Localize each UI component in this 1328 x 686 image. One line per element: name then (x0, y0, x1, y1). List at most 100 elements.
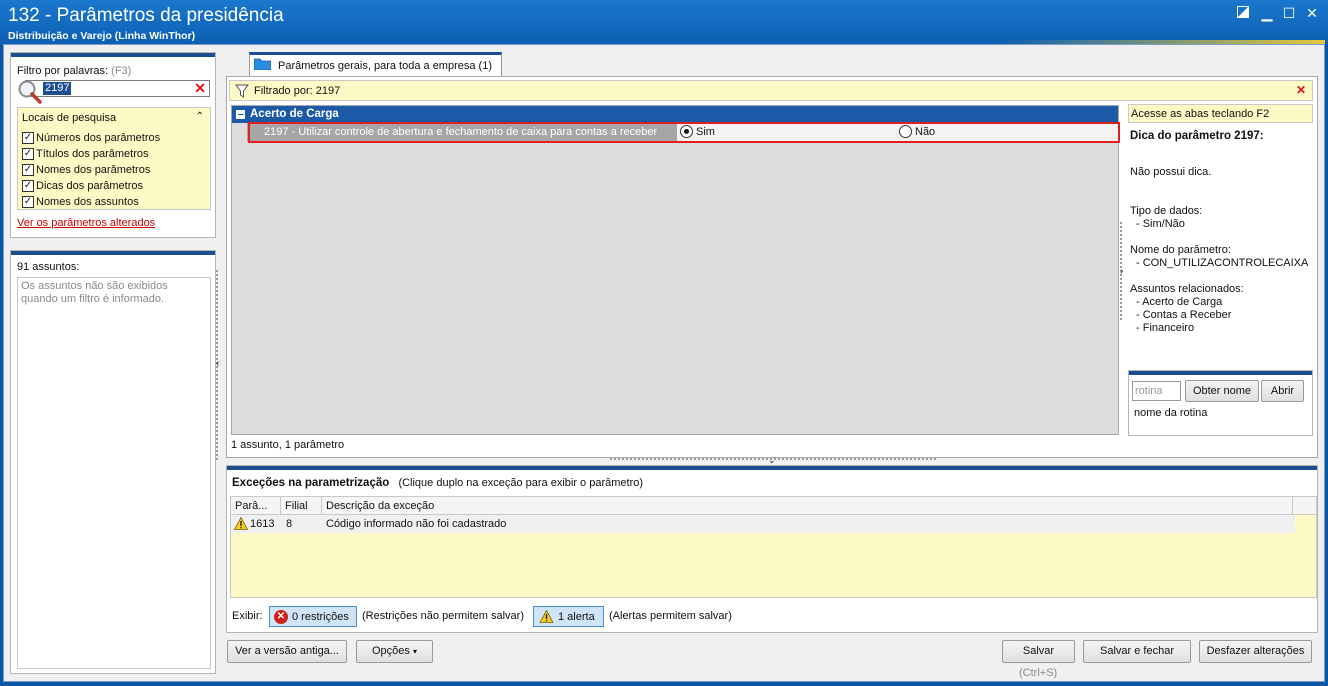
options-label: Opções (372, 645, 410, 657)
search-value: 2197 (43, 82, 72, 95)
undo-changes-button[interactable]: Desfazer alterações (1199, 640, 1312, 663)
restrictions-toggle[interactable]: ✕ 0 restrições (269, 606, 357, 627)
option-label: Números dos parâmetros (36, 132, 161, 144)
option-label: Títulos dos parâmetros (36, 148, 149, 160)
search-input[interactable]: 2197 ✕ (25, 80, 210, 97)
subjects-list: Os assuntos não são exibidos quando um f… (17, 277, 211, 669)
filter-shortcut: (F3) (111, 65, 132, 77)
minimize-icon[interactable]: ▁ (1258, 4, 1276, 22)
panel-top-bar (11, 53, 215, 57)
param-name-value: - CON_UTILIZACONTROLECAIXA (1136, 257, 1309, 269)
search-locations-box: Locais de pesquisa ⌃ ✓ Números dos parâm… (17, 107, 211, 210)
search-locations-title: Locais de pesquisa (22, 112, 117, 124)
option-titulos[interactable]: ✓ Títulos dos parâmetros (22, 146, 149, 162)
show-label: Exibir: (232, 610, 263, 622)
maximize-icon[interactable]: ☐ (1280, 4, 1298, 22)
option-dicas[interactable]: ✓ Dicas dos parâmetros (22, 178, 143, 194)
save-shortcut-hint: (Ctrl+S) (1019, 667, 1058, 679)
param-name-label: Nome do parâmetro: (1130, 244, 1231, 256)
exceptions-hint: (Clique duplo na exceção para exibir o p… (398, 477, 644, 489)
filter-label-text: Filtro por palavras: (17, 65, 109, 77)
routine-input[interactable]: rotina (1132, 381, 1181, 401)
column-descricao[interactable]: Descrição da exceção (322, 497, 1293, 515)
active-filter-label: Filtrado por: 2197 (254, 85, 341, 97)
view-changed-params-link[interactable]: Ver os parâmetros alterados (17, 217, 155, 229)
group-header[interactable]: Acerto de Carga (232, 106, 1118, 123)
options-button[interactable]: Opções ▾ (356, 640, 433, 663)
tab-parametros-gerais[interactable]: Parâmetros gerais, para toda a empresa (… (249, 52, 502, 76)
tip-title: Dica do parâmetro 2197: (1130, 130, 1264, 142)
collapse-group-icon[interactable] (236, 110, 245, 119)
cell-filial: 8 (286, 518, 293, 530)
window-title-bar: 132 - Parâmetros da presidência Distribu… (0, 0, 1328, 44)
old-version-label: Ver a versão antiga... (235, 645, 339, 657)
related-subject: - Acerto de Carga (1136, 296, 1223, 308)
data-type-value: - Sim/Não (1136, 218, 1185, 230)
open-button[interactable]: Abrir (1261, 380, 1304, 402)
chevron-right-icon[interactable]: › (1120, 266, 1123, 277)
window-subtitle: Distribuição e Varejo (Linha WinThor) (8, 30, 196, 42)
routine-name-caption: nome da rotina (1134, 407, 1208, 419)
save-button[interactable]: Salvar (1002, 640, 1075, 663)
exceptions-table: Parâ... Filial Descrição da exceção 1613… (230, 496, 1317, 598)
parameters-grid: Acerto de Carga 2197 - Utilizar controle… (231, 105, 1120, 435)
column-filial[interactable]: Filial (281, 497, 322, 515)
column-param[interactable]: Parâ... (231, 497, 281, 515)
save-and-close-button[interactable]: Salvar e fechar (1083, 640, 1191, 663)
old-version-button[interactable]: Ver a versão antiga... (227, 640, 347, 663)
data-type-label: Tipo de dados: (1130, 205, 1203, 217)
window-title: 132 - Parâmetros da presidência (8, 5, 284, 26)
filter-panel: Filtro por palavras: (F3) 2197 ✕ Locais … (10, 52, 216, 238)
subjects-panel: 91 assuntos: Os assuntos não são exibido… (10, 250, 216, 674)
alerts-label: 1 alerta (558, 610, 595, 623)
exceptions-title: Exceções na parametrização (Clique duplo… (232, 477, 643, 489)
close-icon[interactable]: ✕ (1303, 4, 1321, 22)
restore-layout-icon[interactable] (1234, 4, 1252, 22)
cell-param: 1613 (250, 518, 275, 530)
restrictions-note: (Restrições não permitem salvar) (362, 610, 524, 622)
highlight-box (248, 122, 1120, 143)
clear-search-icon[interactable]: ✕ (194, 80, 206, 97)
alerts-toggle[interactable]: 1 alerta (533, 606, 604, 627)
checkbox-icon[interactable]: ✓ (22, 180, 34, 192)
chevron-left-icon[interactable]: ‹ (216, 358, 219, 369)
subjects-message: Os assuntos não são exibidos quando um f… (21, 280, 168, 305)
get-name-button[interactable]: Obter nome (1185, 380, 1259, 402)
error-icon: ✕ (274, 609, 288, 624)
option-label: Nomes dos parâmetros (36, 164, 151, 176)
warning-icon (234, 517, 248, 530)
related-subject: - Contas a Receber (1136, 309, 1232, 321)
tip-text: Não possui dica. (1130, 166, 1212, 178)
related-subject: - Financeiro (1136, 322, 1195, 334)
exceptions-title-text: Exceções na parametrização (232, 477, 390, 489)
panel-top-bar (1129, 371, 1312, 375)
option-nomes[interactable]: ✓ Nomes dos parâmetros (22, 162, 150, 178)
search-icon (18, 80, 42, 104)
checkbox-icon[interactable]: ✓ (22, 132, 34, 144)
filter-funnel-icon (235, 84, 249, 98)
restrictions-label: 0 restrições (292, 610, 349, 623)
tab-shortcut-hint: Acesse as abas teclando F2 (1128, 104, 1313, 123)
table-header: Parâ... Filial Descrição da exceção (231, 497, 1316, 515)
collapse-icon[interactable]: ⌃ (196, 111, 204, 122)
cell-descricao: Código informado não foi cadastrado (326, 518, 507, 530)
grid-footer: 1 assunto, 1 parâmetro (231, 439, 345, 451)
filter-label: Filtro por palavras: (F3) (17, 65, 131, 77)
dropdown-arrow-icon: ▾ (412, 647, 417, 656)
panel-top-bar (11, 251, 215, 255)
tab-label: Parâmetros gerais, para toda a empresa (… (278, 60, 492, 72)
active-filter-bar: Filtrado por: 2197 ✕ (229, 80, 1313, 101)
table-row[interactable]: 1613 8 Código informado não foi cadastra… (231, 515, 1295, 533)
exceptions-panel: Exceções na parametrização (Clique duplo… (226, 465, 1318, 633)
clear-filter-icon[interactable]: ✕ (1296, 83, 1306, 97)
warning-icon (539, 610, 554, 623)
checkbox-icon[interactable]: ✓ (22, 164, 34, 176)
subjects-count: 91 assuntos: (17, 261, 80, 273)
checkbox-icon[interactable]: ✓ (22, 148, 34, 160)
option-assuntos[interactable]: ✓ Nomes dos assuntos (22, 194, 139, 210)
checkbox-icon[interactable]: ✓ (22, 196, 34, 208)
option-label: Dicas dos parâmetros (36, 180, 143, 192)
option-numeros[interactable]: ✓ Números dos parâmetros (22, 130, 160, 146)
option-label: Nomes dos assuntos (36, 196, 139, 208)
related-subjects-label: Assuntos relacionados: (1130, 283, 1244, 295)
